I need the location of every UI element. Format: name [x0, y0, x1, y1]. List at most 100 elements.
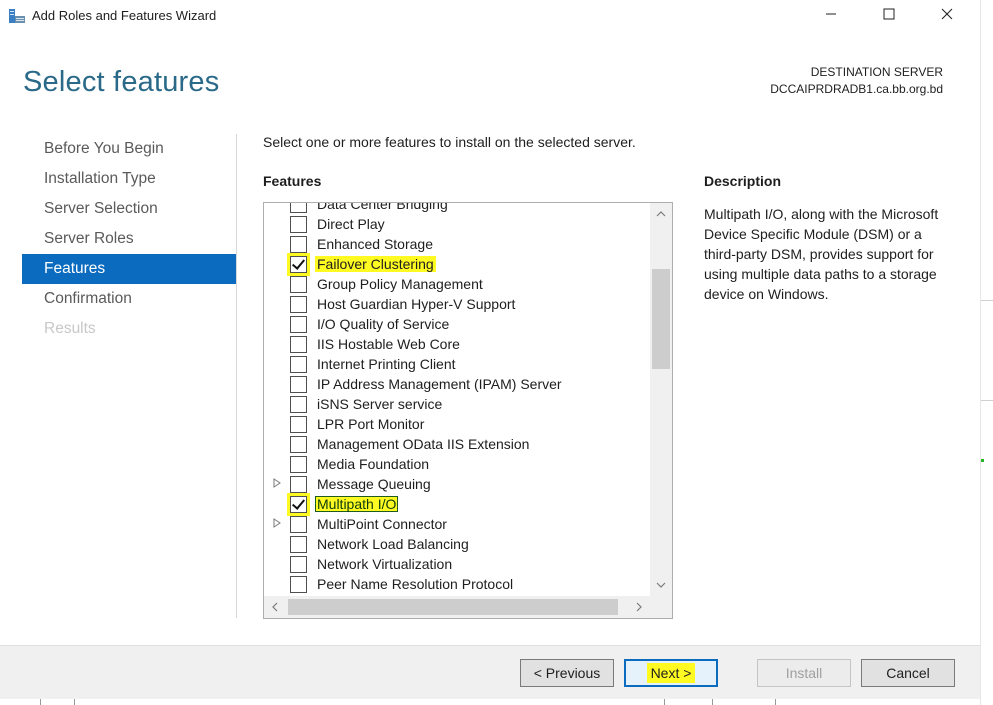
feature-label: Group Policy Management	[317, 275, 483, 293]
footer-bottom-edge	[0, 699, 980, 705]
edge-line	[981, 400, 993, 401]
feature-row[interactable]: LPR Port Monitor	[264, 414, 650, 434]
feature-checkbox[interactable]	[290, 456, 307, 473]
nav-item-before-you-begin[interactable]: Before You Begin	[22, 134, 236, 164]
feature-checkbox[interactable]	[290, 396, 307, 413]
feature-row[interactable]: Group Policy Management	[264, 274, 650, 294]
feature-label-text: Host Guardian Hyper-V Support	[317, 296, 516, 312]
background-window-edge	[980, 0, 993, 705]
vertical-scroll-thumb[interactable]	[652, 269, 670, 369]
nav-item-features[interactable]: Features	[22, 254, 236, 284]
description-text: Multipath I/O, along with the Microsoft …	[704, 206, 939, 302]
feature-row[interactable]: Internet Printing Client	[264, 354, 650, 374]
scroll-down-button[interactable]	[650, 574, 672, 596]
feature-label-text: Media Foundation	[317, 456, 430, 472]
nav-item-server-selection[interactable]: Server Selection	[22, 194, 236, 224]
wizard-window: Add Roles and Features Wizard Select fea…	[0, 0, 980, 705]
vertical-scrollbar[interactable]	[650, 203, 672, 596]
feature-row[interactable]: IP Address Management (IPAM) Server	[264, 374, 650, 394]
previous-button[interactable]: < Previous	[520, 659, 614, 687]
feature-row[interactable]: Data Center Bridging	[264, 203, 650, 214]
maximize-icon	[883, 7, 895, 25]
feature-checkbox[interactable]	[290, 256, 307, 273]
feature-checkbox[interactable]	[290, 296, 307, 313]
feature-label-text: Multipath I/O	[315, 496, 399, 512]
feature-checkbox[interactable]	[290, 336, 307, 353]
chevron-down-icon	[656, 580, 666, 591]
close-button[interactable]	[924, 0, 970, 32]
feature-checkbox[interactable]	[290, 476, 307, 493]
feature-checkbox[interactable]	[290, 203, 307, 213]
edge-tick	[74, 699, 75, 705]
edge-tick	[40, 699, 41, 705]
destination-server-name: DCCAIPRDRADB1.ca.bb.org.bd	[770, 82, 943, 96]
feature-label-text: Message Queuing	[317, 476, 431, 492]
feature-row[interactable]: Network Virtualization	[264, 554, 650, 574]
feature-checkbox[interactable]	[290, 556, 307, 573]
feature-label-text: Network Load Balancing	[317, 536, 469, 552]
wizard-footer: < Previous Next > Install Cancel	[0, 645, 980, 699]
feature-checkbox[interactable]	[290, 276, 307, 293]
title-bar[interactable]: Add Roles and Features Wizard	[0, 0, 980, 32]
edge-tick	[712, 699, 713, 705]
feature-label: IIS Hostable Web Core	[317, 335, 460, 353]
feature-row[interactable]: Direct Play	[264, 214, 650, 234]
chevron-left-icon	[272, 600, 278, 615]
minimize-icon	[825, 7, 837, 25]
feature-row[interactable]: IIS Hostable Web Core	[264, 334, 650, 354]
feature-row[interactable]: iSNS Server service	[264, 394, 650, 414]
feature-checkbox[interactable]	[290, 536, 307, 553]
scroll-up-button[interactable]	[650, 203, 672, 225]
feature-row[interactable]: Failover Clustering	[264, 254, 650, 274]
feature-label: IP Address Management (IPAM) Server	[317, 375, 562, 393]
feature-label: LPR Port Monitor	[317, 415, 424, 433]
feature-label: Management OData IIS Extension	[317, 435, 529, 453]
feature-row[interactable]: I/O Quality of Service	[264, 314, 650, 334]
scroll-left-button[interactable]	[264, 596, 286, 618]
feature-label-text: Peer Name Resolution Protocol	[317, 576, 514, 592]
feature-label-text: Enhanced Storage	[317, 236, 433, 252]
feature-checkbox[interactable]	[290, 496, 307, 513]
feature-checkbox[interactable]	[290, 356, 307, 373]
feature-checkbox[interactable]	[290, 216, 307, 233]
minimize-button[interactable]	[808, 0, 854, 32]
scroll-right-button[interactable]	[628, 596, 650, 618]
horizontal-scrollbar[interactable]	[264, 596, 650, 618]
horizontal-scroll-thumb[interactable]	[288, 599, 618, 615]
feature-label-text: I/O Quality of Service	[317, 316, 450, 332]
feature-row[interactable]: Enhanced Storage	[264, 234, 650, 254]
edge-tick	[775, 699, 776, 705]
nav-item-server-roles[interactable]: Server Roles	[22, 224, 236, 254]
feature-row[interactable]: Media Foundation	[264, 454, 650, 474]
wizard-nav: Before You Begin Installation Type Serve…	[22, 134, 236, 344]
scrollbar-corner	[650, 596, 672, 618]
feature-checkbox[interactable]	[290, 516, 307, 533]
feature-checkbox[interactable]	[290, 436, 307, 453]
feature-row[interactable]: Management OData IIS Extension	[264, 434, 650, 454]
nav-item-confirmation[interactable]: Confirmation	[22, 284, 236, 314]
install-button: Install	[757, 659, 851, 687]
next-button[interactable]: Next >	[624, 659, 718, 687]
chevron-up-icon	[656, 209, 666, 220]
expand-arrow-icon[interactable]	[273, 518, 283, 530]
cancel-button[interactable]: Cancel	[861, 659, 955, 687]
expand-arrow-icon[interactable]	[273, 478, 283, 490]
features-list[interactable]: Data Center Bridging Direct Play Enhanced …	[263, 202, 673, 619]
description-heading: Description	[704, 173, 782, 189]
chevron-right-icon	[636, 600, 642, 615]
feature-row[interactable]: Message Queuing	[264, 474, 650, 494]
feature-checkbox[interactable]	[290, 376, 307, 393]
feature-row[interactable]: Peer Name Resolution Protocol	[264, 574, 650, 594]
feature-label-text: iSNS Server service	[317, 396, 443, 412]
feature-checkbox[interactable]	[290, 416, 307, 433]
feature-row[interactable]: Network Load Balancing	[264, 534, 650, 554]
feature-checkbox[interactable]	[290, 576, 307, 593]
feature-checkbox[interactable]	[290, 316, 307, 333]
feature-checkbox[interactable]	[290, 236, 307, 253]
maximize-button[interactable]	[866, 0, 912, 32]
feature-row[interactable]: Host Guardian Hyper-V Support	[264, 294, 650, 314]
feature-row[interactable]: MultiPoint Connector	[264, 514, 650, 534]
nav-item-installation-type[interactable]: Installation Type	[22, 164, 236, 194]
feature-row[interactable]: Multipath I/O	[264, 494, 650, 514]
feature-label: Host Guardian Hyper-V Support	[317, 295, 515, 313]
